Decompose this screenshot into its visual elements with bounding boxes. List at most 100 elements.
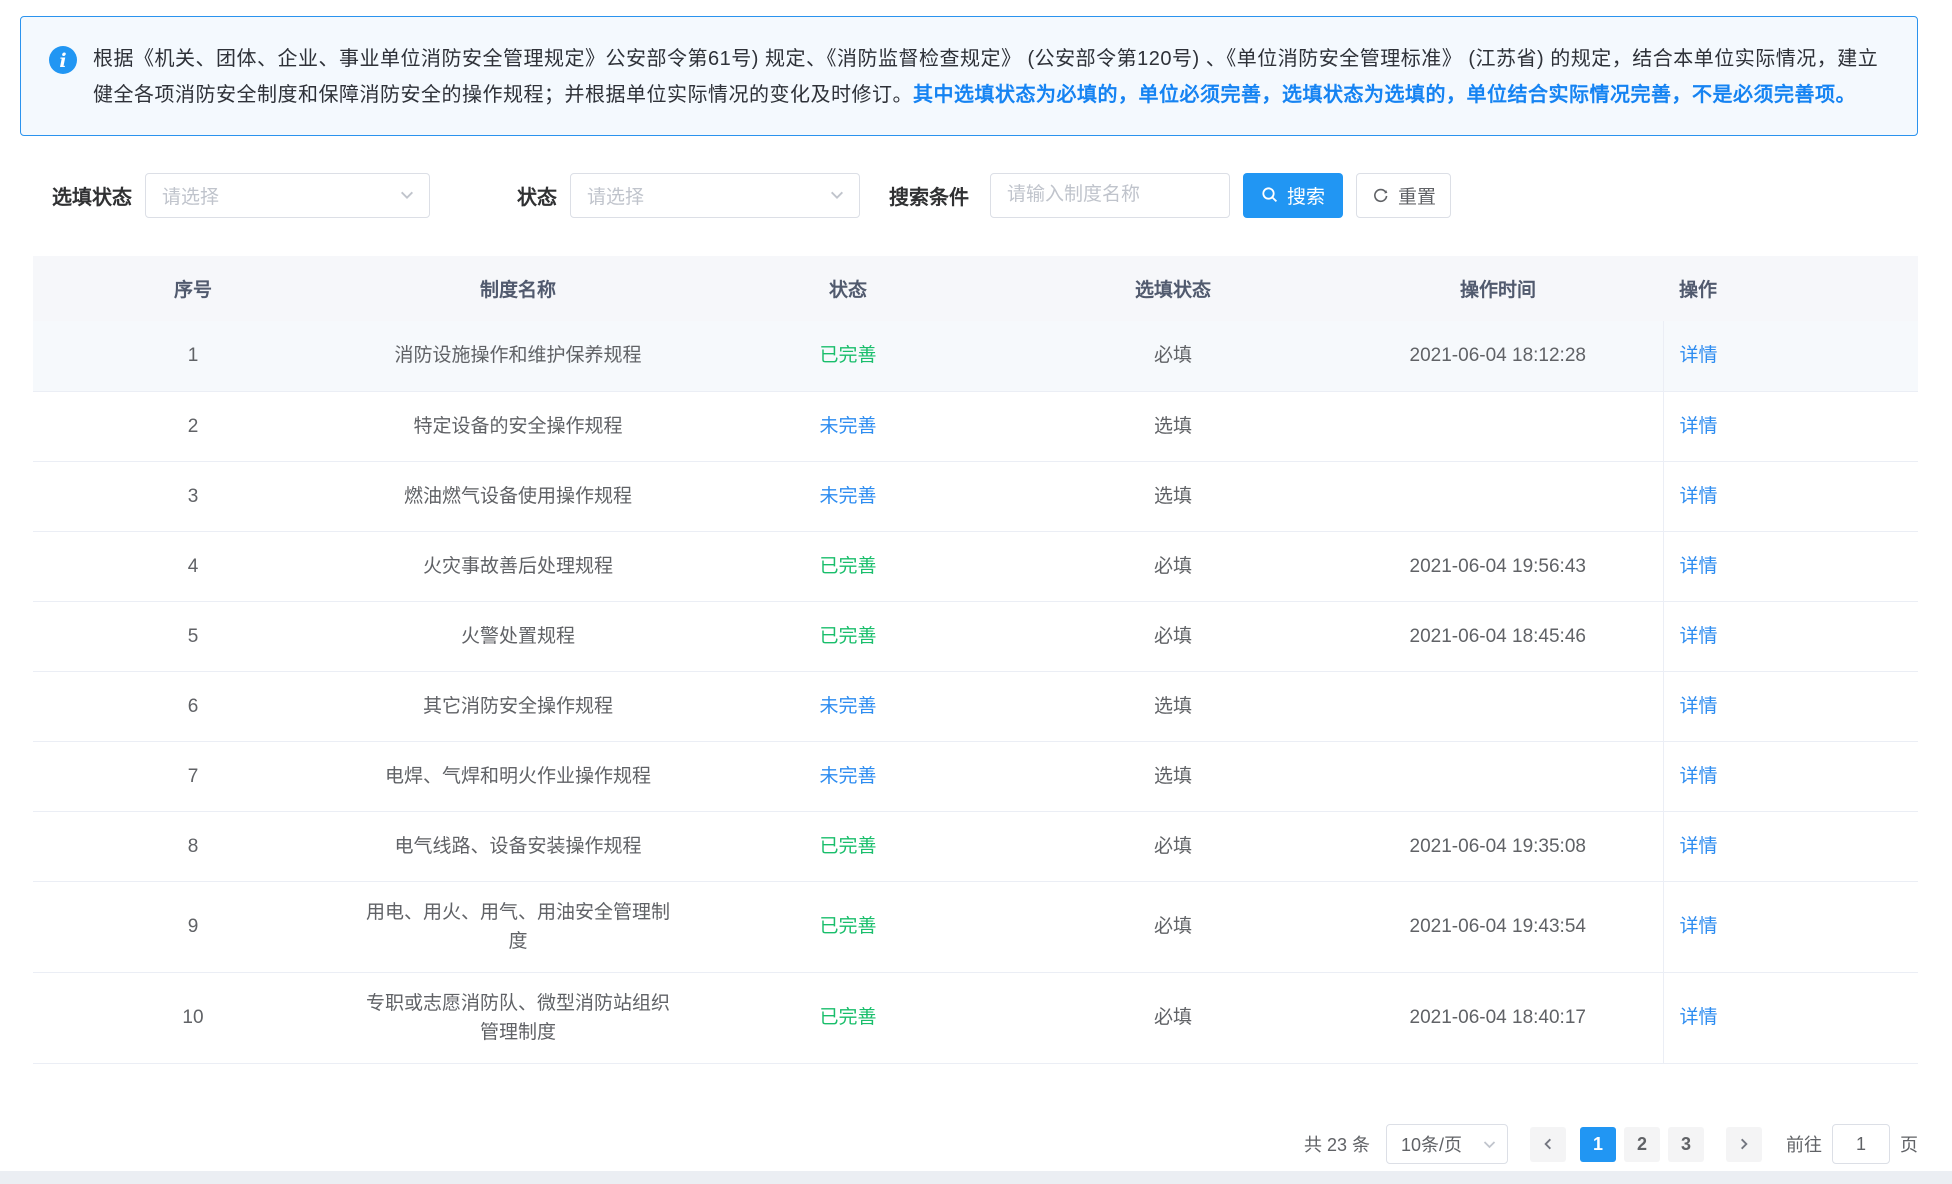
goto-page-input[interactable] <box>1832 1124 1890 1164</box>
cell-action: 详情 <box>1663 671 1918 741</box>
row-index: 5 <box>188 626 199 647</box>
cell-name: 电焊、气焊和明火作业操作规程 <box>353 741 683 811</box>
detail-link[interactable]: 详情 <box>1680 836 1718 857</box>
row-index: 4 <box>188 556 199 577</box>
cell-name: 火警处置规程 <box>353 601 683 671</box>
status-label: 状态 <box>517 181 557 210</box>
table-row: 7 电焊、气焊和明火作业操作规程 未完善 选填 详情 <box>33 741 1918 811</box>
detail-link[interactable]: 详情 <box>1680 916 1718 937</box>
regulation-name: 专职或志愿消防队、微型消防站组织管理制度 <box>366 993 670 1043</box>
cell-time <box>1333 671 1663 741</box>
detail-link[interactable]: 详情 <box>1680 556 1718 577</box>
operate-time: 2021-06-04 19:56:43 <box>1410 556 1586 577</box>
col-header-index: 序号 <box>33 256 353 321</box>
cell-index: 1 <box>33 321 353 391</box>
page-size-select[interactable]: 10条/页 <box>1386 1124 1508 1164</box>
regulation-name: 消防设施操作和维护保养规程 <box>394 345 641 366</box>
table-header-row: 序号 制度名称 状态 选填状态 操作时间 操作 <box>33 256 1918 321</box>
cell-name: 特定设备的安全操作规程 <box>353 391 683 461</box>
cell-time: 2021-06-04 19:35:08 <box>1333 811 1663 881</box>
table-row: 6 其它消防安全操作规程 未完善 选填 详情 <box>33 671 1918 741</box>
page-button-1[interactable]: 1 <box>1580 1127 1616 1162</box>
col-header-time: 操作时间 <box>1333 256 1663 321</box>
optional-status-select[interactable]: 请选择 <box>145 173 430 218</box>
cell-index: 7 <box>33 741 353 811</box>
status-text: 已完善 <box>819 836 876 857</box>
total-count: 共 23 条 <box>1304 1131 1370 1157</box>
table-row: 10 专职或志愿消防队、微型消防站组织管理制度 已完善 必填 2021-06-0… <box>33 972 1918 1063</box>
cell-status: 已完善 <box>683 972 1013 1063</box>
next-page-button[interactable] <box>1726 1127 1762 1162</box>
cell-index: 5 <box>33 601 353 671</box>
cell-status: 未完善 <box>683 741 1013 811</box>
cell-required: 必填 <box>1013 601 1333 671</box>
cell-required: 选填 <box>1013 741 1333 811</box>
cell-action: 详情 <box>1663 601 1918 671</box>
page: i 根据《机关、团体、企业、事业单位消防安全管理规定》公安部令第61号) 规定、… <box>0 0 1952 1165</box>
operate-time: 2021-06-04 18:12:28 <box>1410 345 1586 366</box>
cell-required: 必填 <box>1013 881 1333 972</box>
table-row: 2 特定设备的安全操作规程 未完善 选填 详情 <box>33 391 1918 461</box>
regulation-name: 特定设备的安全操作规程 <box>413 416 622 437</box>
detail-link[interactable]: 详情 <box>1680 486 1718 507</box>
prev-page-button[interactable] <box>1530 1127 1566 1162</box>
row-index: 7 <box>188 766 199 787</box>
detail-link[interactable]: 详情 <box>1680 345 1718 366</box>
search-button[interactable]: 搜索 <box>1243 173 1343 218</box>
cell-status: 已完善 <box>683 531 1013 601</box>
refresh-icon <box>1371 186 1390 205</box>
row-index: 2 <box>188 416 199 437</box>
page-bottom-strip <box>0 1171 1952 1184</box>
status-text: 未完善 <box>819 486 876 507</box>
page-button-2[interactable]: 2 <box>1624 1127 1660 1162</box>
required-text: 必填 <box>1154 626 1192 647</box>
cell-required: 必填 <box>1013 531 1333 601</box>
page-button-3[interactable]: 3 <box>1668 1127 1704 1162</box>
cell-index: 8 <box>33 811 353 881</box>
reset-button[interactable]: 重置 <box>1356 173 1451 218</box>
status-text: 已完善 <box>819 626 876 647</box>
row-index: 1 <box>188 345 199 366</box>
cell-time <box>1333 391 1663 461</box>
search-condition-label: 搜索条件 <box>889 181 969 210</box>
required-text: 必填 <box>1154 345 1192 366</box>
cell-required: 选填 <box>1013 461 1333 531</box>
page-size-value: 10条/页 <box>1401 1131 1462 1157</box>
cell-status: 已完善 <box>683 811 1013 881</box>
chevron-down-icon <box>1482 1137 1497 1152</box>
cell-name: 其它消防安全操作规程 <box>353 671 683 741</box>
status-text: 已完善 <box>819 916 876 937</box>
row-index: 8 <box>188 836 199 857</box>
detail-link[interactable]: 详情 <box>1680 416 1718 437</box>
cell-action: 详情 <box>1663 811 1918 881</box>
cell-time <box>1333 461 1663 531</box>
svg-text:i: i <box>59 50 66 72</box>
cell-required: 选填 <box>1013 391 1333 461</box>
search-input[interactable] <box>990 173 1230 218</box>
required-text: 必填 <box>1154 836 1192 857</box>
cell-status: 已完善 <box>683 881 1013 972</box>
search-button-label: 搜索 <box>1287 182 1325 209</box>
cell-name: 燃油燃气设备使用操作规程 <box>353 461 683 531</box>
regulation-name: 电气线路、设备安装操作规程 <box>394 836 641 857</box>
row-index: 10 <box>182 1007 203 1028</box>
detail-link[interactable]: 详情 <box>1680 626 1718 647</box>
status-text: 已完善 <box>819 1007 876 1028</box>
table-row: 3 燃油燃气设备使用操作规程 未完善 选填 详情 <box>33 461 1918 531</box>
optional-status-label: 选填状态 <box>52 181 132 210</box>
banner-text-highlight: 其中选填状态为必填的，单位必须完善，选填状态为选填的，单位结合实际情况完善，不是… <box>913 84 1856 106</box>
status-select[interactable]: 请选择 <box>570 173 860 218</box>
required-text: 必填 <box>1154 916 1192 937</box>
regulation-name: 火灾事故善后处理规程 <box>423 556 613 577</box>
table-row: 8 电气线路、设备安装操作规程 已完善 必填 2021-06-04 19:35:… <box>33 811 1918 881</box>
cell-name: 专职或志愿消防队、微型消防站组织管理制度 <box>353 972 683 1063</box>
status-text: 未完善 <box>819 766 876 787</box>
status-text: 未完善 <box>819 416 876 437</box>
detail-link[interactable]: 详情 <box>1680 1007 1718 1028</box>
status-text: 未完善 <box>819 696 876 717</box>
chevron-down-icon <box>829 187 845 203</box>
cell-required: 必填 <box>1013 321 1333 391</box>
detail-link[interactable]: 详情 <box>1680 766 1718 787</box>
required-text: 必填 <box>1154 556 1192 577</box>
detail-link[interactable]: 详情 <box>1680 696 1718 717</box>
